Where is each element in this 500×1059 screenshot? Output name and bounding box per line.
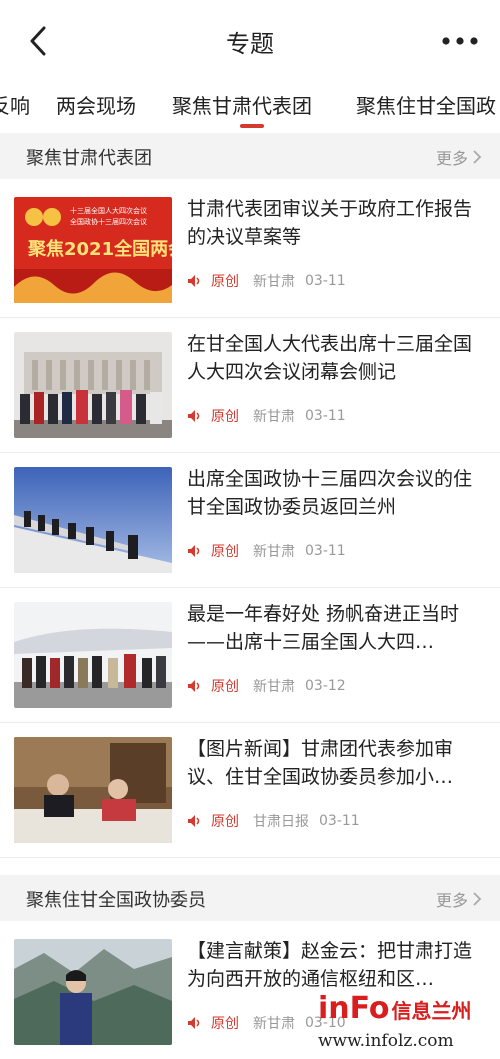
news-date: 03-11 — [305, 273, 346, 289]
news-thumbnail — [14, 332, 172, 438]
news-date: 03-11 — [305, 408, 346, 424]
list-item[interactable]: 【图片新闻】甘肃团代表参加审议、住甘全国政协委员参加小… 原创 甘肃日报 03-… — [0, 723, 500, 858]
svg-text:全国政协十三届四次会议: 全国政协十三届四次会议 — [70, 217, 147, 226]
news-source: 新甘肃 — [253, 274, 295, 290]
speaker-icon[interactable] — [187, 1016, 203, 1030]
news-source: 新甘肃 — [253, 544, 295, 560]
site-watermark: inFo 信息兰州 www.infolz.com — [318, 991, 490, 1053]
original-tag: 原创 — [211, 544, 239, 560]
news-headline[interactable]: 甘肃代表团审议关于政府工作报告的决议草案等 — [187, 195, 483, 251]
speaker-icon[interactable] — [187, 274, 203, 288]
news-meta: 原创 新甘肃 03-12 — [187, 676, 346, 696]
top-bar: 专题 — [0, 0, 500, 80]
news-thumbnail: 十三届全国人大四次会议 全国政协十三届四次会议 聚焦2021全国两会 — [14, 197, 172, 303]
speaker-icon[interactable] — [187, 544, 203, 558]
active-tab-indicator — [240, 124, 264, 128]
chevron-right-icon — [473, 892, 482, 906]
original-tag: 原创 — [211, 814, 239, 830]
list-item[interactable]: 在甘全国人大代表出席十三届全国人大四次会议闭幕会侧记 原创 新甘肃 03-11 — [0, 318, 500, 453]
original-tag: 原创 — [211, 409, 239, 425]
news-date: 03-11 — [305, 543, 346, 559]
page-title: 专题 — [226, 30, 274, 58]
list-item[interactable]: 十三届全国人大四次会议 全国政协十三届四次会议 聚焦2021全国两会 甘肃代表团… — [0, 183, 500, 318]
news-thumbnail — [14, 737, 172, 843]
news-date: 03-11 — [319, 813, 360, 829]
news-headline[interactable]: 最是一年春好处 扬帆奋进正当时——出席十三届全国人大四… — [187, 600, 483, 656]
section-header-delegation: 聚焦甘肃代表团 更多 — [0, 133, 500, 179]
news-thumbnail — [14, 602, 172, 708]
more-link[interactable]: 更多 — [436, 887, 482, 911]
speaker-icon[interactable] — [187, 679, 203, 693]
section-title: 聚焦住甘全国政协委员 — [26, 890, 206, 911]
svg-text:聚焦2021全国两会: 聚焦2021全国两会 — [27, 238, 172, 260]
original-tag: 原创 — [211, 679, 239, 695]
more-link[interactable]: 更多 — [436, 145, 482, 169]
news-headline[interactable]: 出席全国政协十三届四次会议的住甘全国政协委员返回兰州 — [187, 465, 483, 521]
news-date: 03-12 — [305, 678, 346, 694]
news-headline[interactable]: 【建言献策】赵金云：把甘肃打造为向西开放的通信枢纽和区… — [187, 937, 483, 993]
news-source: 新甘肃 — [253, 1016, 295, 1032]
list-item[interactable]: 最是一年春好处 扬帆奋进正当时——出席十三届全国人大四… 原创 新甘肃 03-1… — [0, 588, 500, 723]
list-item[interactable]: 出席全国政协十三届四次会议的住甘全国政协委员返回兰州 原创 新甘肃 03-11 — [0, 453, 500, 588]
speaker-icon[interactable] — [187, 409, 203, 423]
original-tag: 原创 — [211, 1016, 239, 1032]
news-source: 新甘肃 — [253, 679, 295, 695]
news-thumbnail — [14, 939, 172, 1045]
news-headline[interactable]: 在甘全国人大代表出席十三届全国人大四次会议闭幕会侧记 — [187, 330, 483, 386]
news-headline[interactable]: 【图片新闻】甘肃团代表参加审议、住甘全国政协委员参加小… — [187, 735, 483, 791]
speaker-icon[interactable] — [187, 814, 203, 828]
tab-reaction[interactable]: 反响 — [0, 90, 30, 119]
section-header-cppcc: 聚焦住甘全国政协委员 更多 — [0, 875, 500, 921]
news-meta: 原创 新甘肃 03-11 — [187, 406, 346, 426]
original-tag: 原创 — [211, 274, 239, 290]
svg-text:十三届全国人大四次会议: 十三届全国人大四次会议 — [70, 206, 147, 215]
chevron-right-icon — [473, 150, 482, 164]
news-meta: 原创 新甘肃 03-11 — [187, 541, 346, 561]
section-title: 聚焦甘肃代表团 — [26, 148, 152, 169]
more-dots-icon[interactable] — [440, 28, 480, 54]
news-meta: 原创 甘肃日报 03-11 — [187, 811, 360, 831]
tab-two-sessions[interactable]: 两会现场 — [56, 90, 136, 119]
tab-gansu-delegation[interactable]: 聚焦甘肃代表团 — [172, 90, 312, 119]
news-thumbnail — [14, 467, 172, 573]
news-meta: 原创 新甘肃 03-11 — [187, 271, 346, 291]
tab-cppcc-members[interactable]: 聚焦住甘全国政 — [356, 90, 496, 119]
news-source: 甘肃日报 — [253, 814, 309, 830]
watermark-url: www.infolz.com — [318, 1031, 454, 1051]
watermark-logo: inFo 信息兰州 — [318, 991, 472, 1026]
news-source: 新甘肃 — [253, 409, 295, 425]
tab-bar: 反响 两会现场 聚焦甘肃代表团 聚焦住甘全国政 — [0, 80, 500, 128]
